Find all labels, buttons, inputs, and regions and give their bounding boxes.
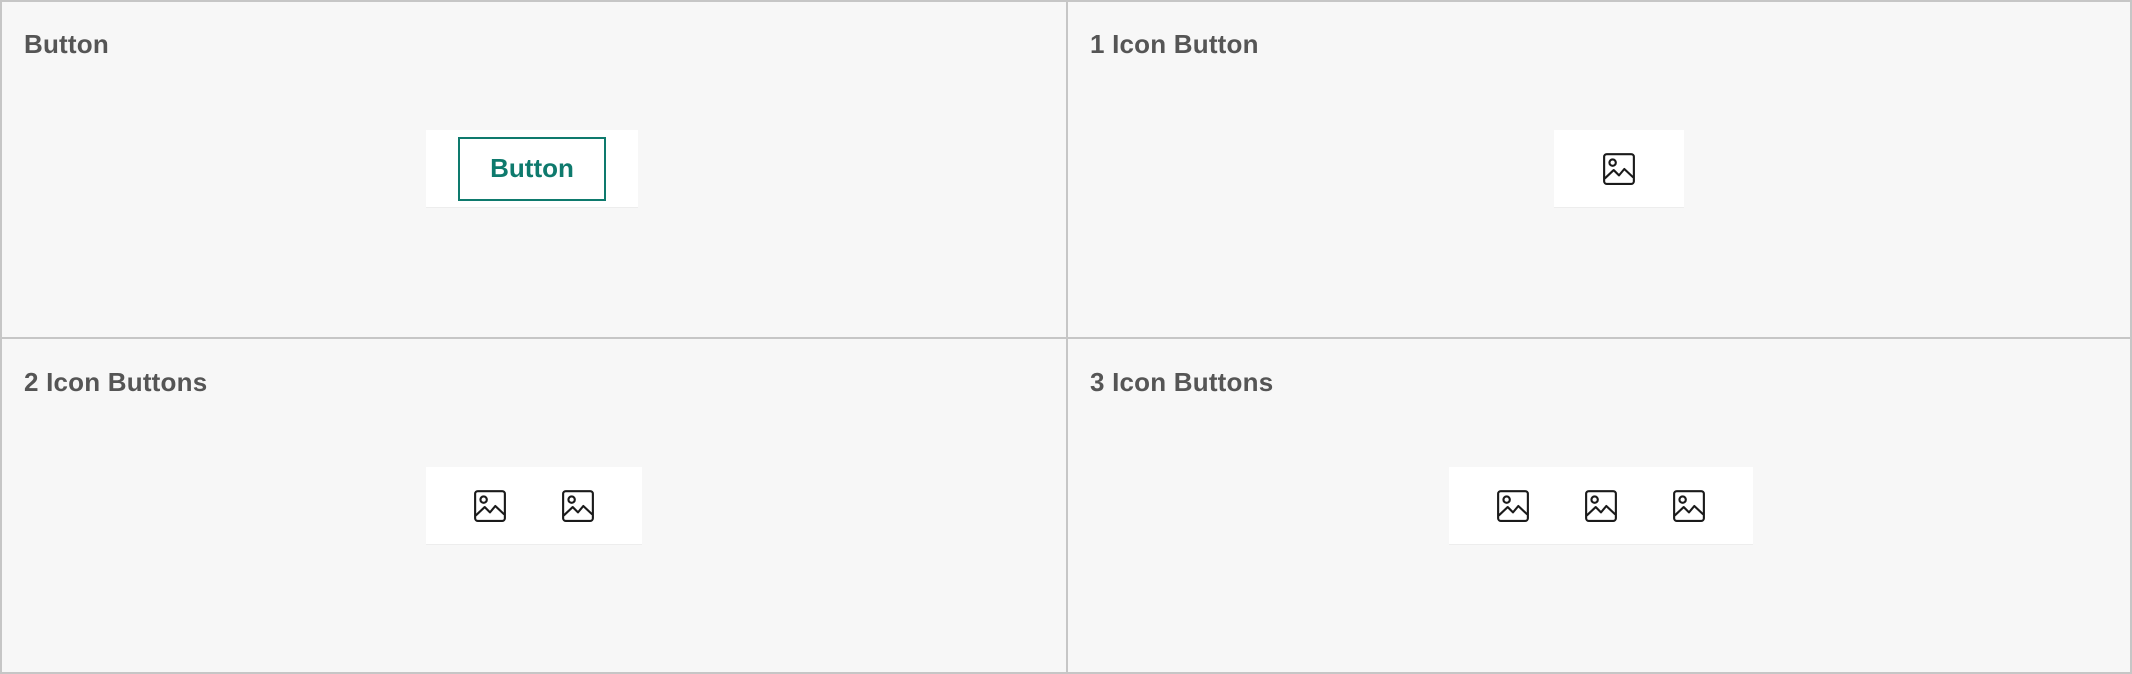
cell-2-icon-buttons: 2 Icon Buttons [2, 337, 1066, 672]
cell-title: 1 Icon Button [1090, 29, 1259, 59]
image-icon [1497, 489, 1529, 522]
image-icon [1673, 489, 1705, 522]
cell-button: Button Button [2, 2, 1066, 337]
icon-button-surface [426, 467, 642, 545]
image-icon [562, 489, 594, 522]
icon-button-surface [1449, 467, 1753, 545]
image-icon-button[interactable] [1469, 468, 1557, 544]
button-surface: Button [426, 130, 638, 208]
image-icon [474, 489, 506, 522]
image-icon [1585, 489, 1617, 522]
icon-button-surface [1554, 130, 1684, 208]
image-icon-button[interactable] [1557, 468, 1645, 544]
cell-title: Button [24, 29, 109, 59]
image-icon [1603, 152, 1635, 185]
image-icon-button[interactable] [1575, 131, 1663, 207]
image-icon-button[interactable] [534, 468, 622, 544]
image-icon-button[interactable] [1645, 468, 1733, 544]
cell-title: 3 Icon Buttons [1090, 367, 1274, 397]
image-icon-button[interactable] [446, 468, 534, 544]
cell-title: 2 Icon Buttons [24, 367, 208, 397]
primary-outline-button[interactable]: Button [458, 136, 606, 201]
cell-3-icon-buttons: 3 Icon Buttons [1066, 337, 2130, 672]
cell-1-icon-button: 1 Icon Button [1066, 2, 2130, 337]
component-grid: Button Button 1 Icon Button 2 Icon Butto… [0, 0, 2132, 674]
